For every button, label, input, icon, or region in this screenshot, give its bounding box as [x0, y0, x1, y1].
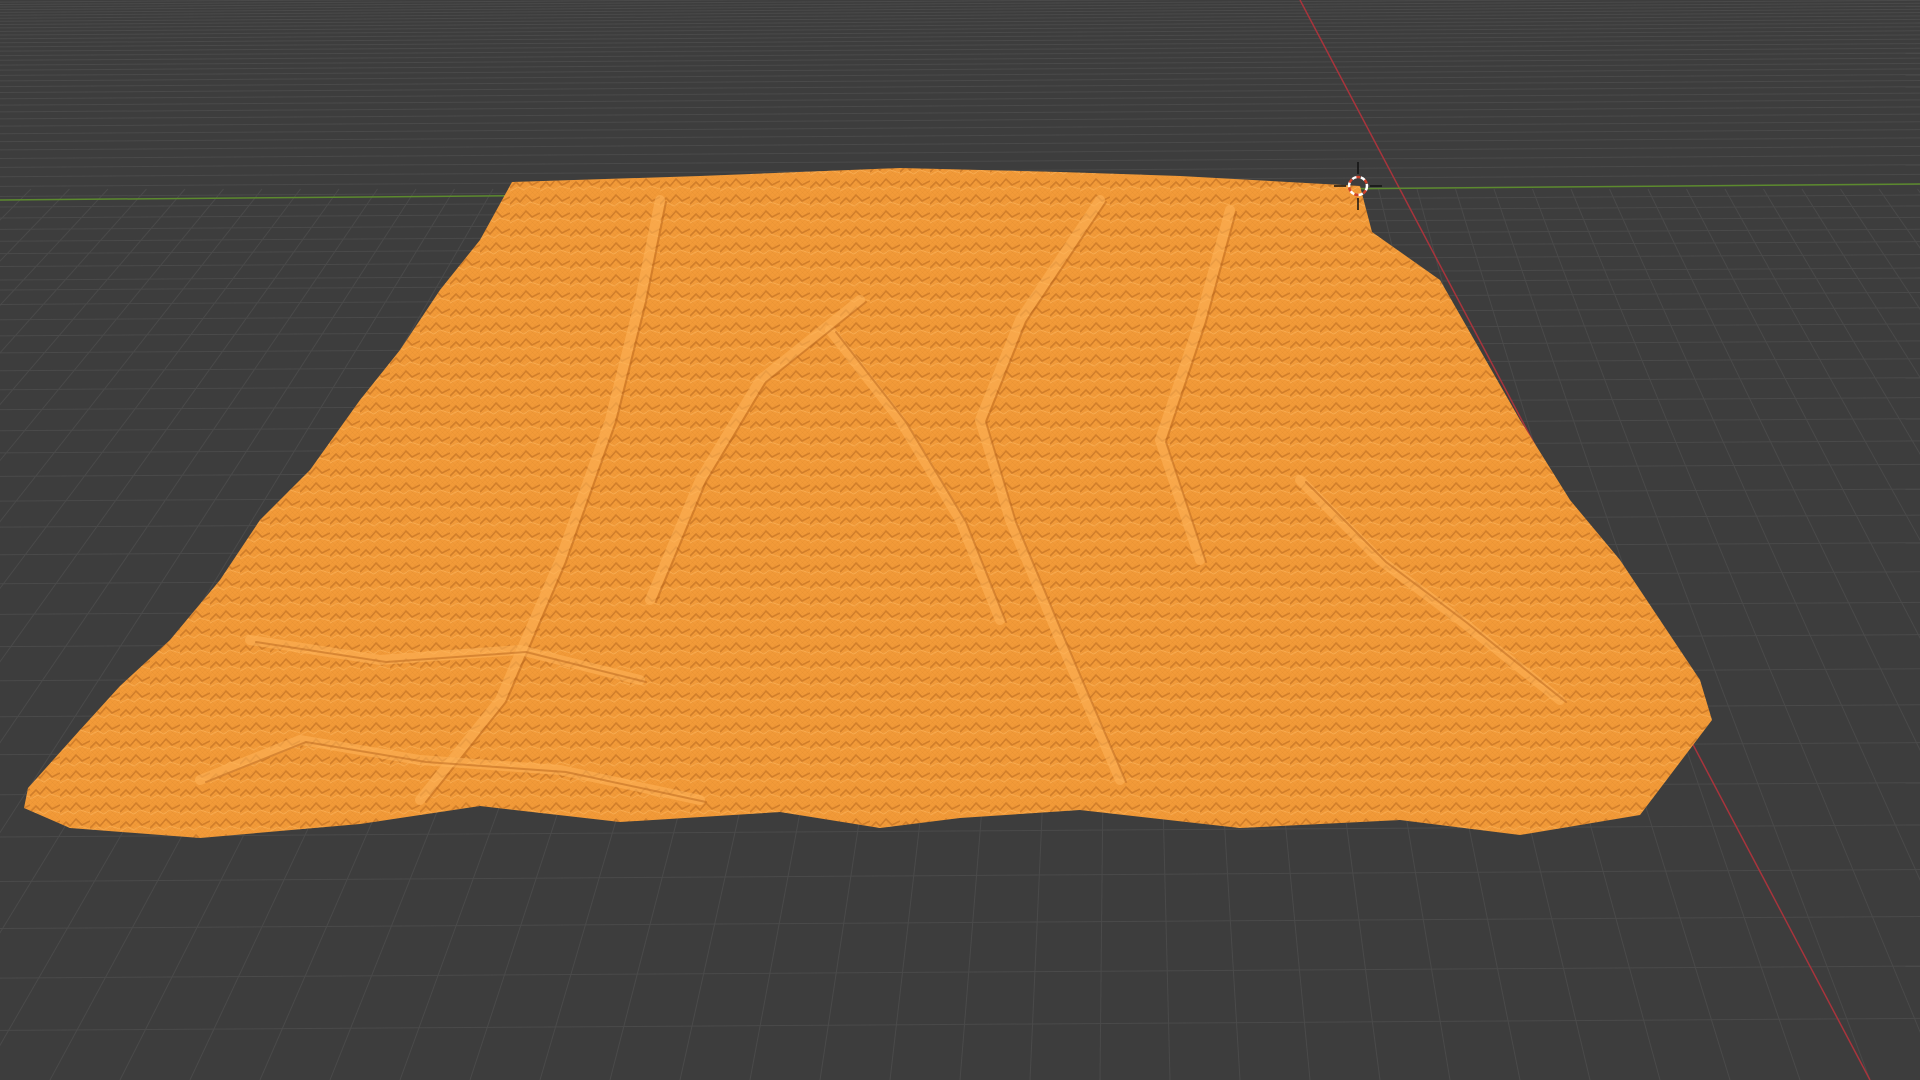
terrain-mesh[interactable]: [24, 168, 1712, 838]
grid-line: [0, 86, 1920, 100]
grid-line: [0, 57, 1920, 71]
grid-line: [0, 92, 1920, 106]
grid-line: [0, 188, 32, 221]
grid-line: [0, 154, 1920, 168]
grid-line: [0, 0, 1920, 13]
terrain-wireframe: [24, 168, 1712, 838]
grid-line: [0, 188, 70, 262]
grid-line: [0, 62, 1920, 76]
grid-line: [0, 113, 1920, 127]
grid-line: [0, 916, 1920, 930]
grid-line: [0, 68, 1920, 82]
viewport-canvas[interactable]: [0, 0, 1920, 1080]
grid-line: [0, 1017, 1920, 1031]
grid-line: [0, 52, 1920, 66]
grid-line: [0, 99, 1920, 113]
grid-line: [0, 12, 1920, 26]
grid-line: [0, 106, 1920, 120]
grid-line: [0, 80, 1920, 94]
grid-line: [0, 188, 109, 306]
grid-line: [0, 8, 1920, 22]
3d-viewport[interactable]: [0, 0, 1920, 1080]
grid-line: [0, 15, 1920, 29]
grid-line: [0, 18, 1920, 32]
grid-line: [0, 74, 1920, 88]
